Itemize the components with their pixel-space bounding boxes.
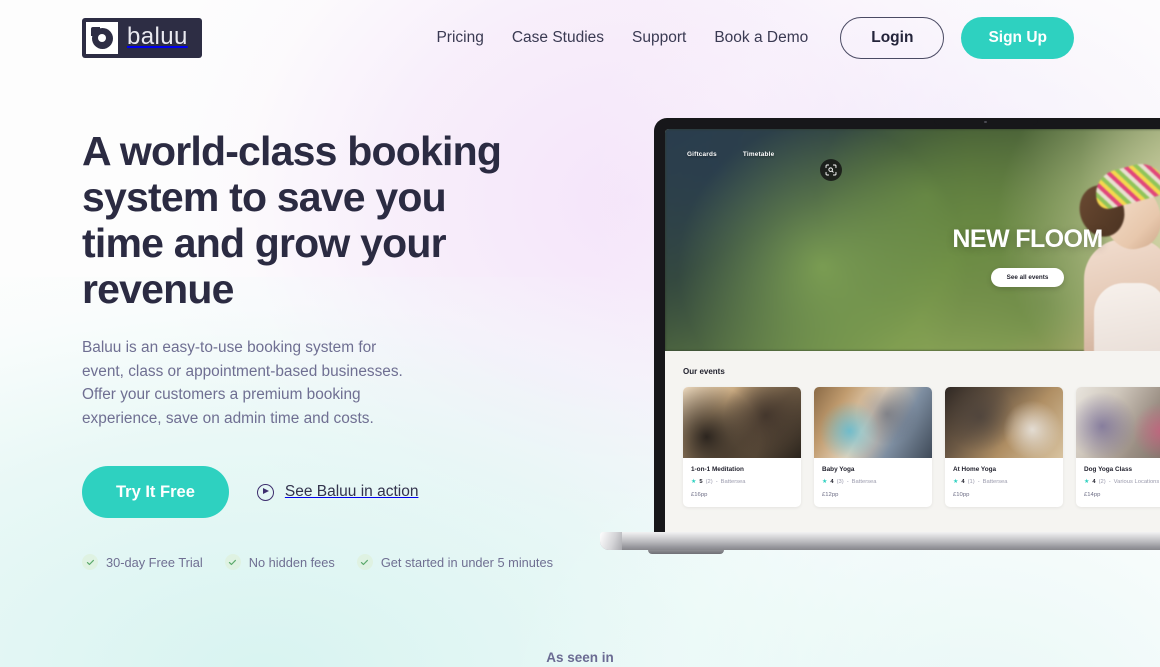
nav-item-pricing[interactable]: Pricing (422, 23, 497, 53)
hero-cta-row: Try It Free See Baluu in action (82, 466, 552, 518)
event-card[interactable]: Baby Yoga ★ 4 (3) - Battersea £12pp (814, 387, 932, 507)
event-rating: 4 (961, 479, 965, 485)
nav-item-support[interactable]: Support (618, 23, 700, 53)
hero-badge-row: 30-day Free Trial No hidden fees Get sta… (82, 554, 553, 570)
mockup-hero-banner: Giftcards Timetable NEW FLOOM See all ev… (665, 129, 1160, 351)
event-meta-separator: - (1108, 479, 1111, 485)
event-review-count: (3) (836, 479, 844, 485)
event-price: £12pp (822, 492, 839, 498)
nav-item-case-studies[interactable]: Case Studies (498, 23, 618, 53)
event-price: £10pp (953, 492, 970, 498)
baluu-circle-mark-icon (86, 22, 118, 54)
badge-label: 30-day Free Trial (106, 554, 203, 570)
badge-free-trial: 30-day Free Trial (82, 554, 203, 570)
primary-nav: Pricing Case Studies Support Book a Demo… (422, 17, 1074, 59)
event-card-image (945, 387, 1063, 458)
event-card[interactable]: 1-on-1 Meditation ★ 5 (2) - Battersea £1… (683, 387, 801, 507)
laptop-screen: Giftcards Timetable NEW FLOOM See all ev… (654, 118, 1160, 532)
see-baluu-in-action-link[interactable]: See Baluu in action (256, 483, 419, 501)
check-circle-icon (224, 554, 241, 570)
check-circle-icon (356, 554, 373, 570)
mockup-nav-item-timetable[interactable]: Timetable (743, 151, 775, 158)
event-price: £16pp (691, 492, 708, 498)
mockup-banner-cta-wrap: See all events (665, 268, 1160, 287)
badge-label: No hidden fees (248, 554, 335, 570)
laptop-camera-notch (934, 118, 1038, 125)
star-icon: ★ (1084, 479, 1090, 485)
event-location: Battersea (720, 479, 746, 485)
nav-item-book-a-demo[interactable]: Book a Demo (700, 23, 822, 53)
mockup-see-all-events-button[interactable]: See all events (990, 268, 1065, 287)
event-card-meta: ★ 4 (1) - Battersea (953, 479, 1055, 485)
check-circle-icon (82, 554, 98, 570)
star-icon: ★ (822, 479, 828, 485)
mockup-events-heading: Our events (683, 367, 725, 376)
star-icon: ★ (691, 479, 697, 485)
event-card-title: Dog Yoga Class (1084, 466, 1133, 473)
browser-viewport: Giftcards Timetable NEW FLOOM See all ev… (665, 129, 1160, 532)
event-card-image (814, 387, 932, 458)
event-review-count: (1) (967, 479, 975, 485)
event-card-title: Baby Yoga (822, 466, 855, 473)
event-rating: 4 (1092, 479, 1096, 485)
event-card-title: 1-on-1 Meditation (691, 466, 744, 473)
laptop-base-notch (648, 550, 724, 554)
brand-logo[interactable]: baluu (82, 18, 202, 58)
event-location: Various Locations (1113, 479, 1160, 485)
video-link-label: See Baluu in action (284, 483, 419, 500)
mockup-site-nav: Giftcards Timetable (687, 151, 774, 158)
event-price: £14pp (1084, 492, 1101, 498)
event-meta-separator: - (715, 479, 718, 485)
mockup-nav-item-giftcards[interactable]: Giftcards (687, 151, 717, 158)
hero-title: A world-class booking system to save you… (82, 128, 502, 312)
event-card-image (683, 387, 801, 458)
try-it-free-button[interactable]: Try It Free (82, 466, 229, 518)
event-card-image (1076, 387, 1160, 458)
event-location: Battersea (851, 479, 877, 485)
event-card-title: At Home Yoga (953, 466, 997, 473)
event-card[interactable]: At Home Yoga ★ 4 (1) - Battersea £10pp (945, 387, 1063, 507)
event-rating: 5 (699, 479, 703, 485)
badge-label: Get started in under 5 minutes (380, 554, 553, 570)
event-location: Battersea (982, 479, 1008, 485)
qr-scan-icon[interactable] (820, 159, 842, 181)
login-button[interactable]: Login (840, 17, 945, 59)
badge-quick-start: Get started in under 5 minutes (356, 554, 553, 570)
play-circle-icon (256, 483, 274, 501)
site-header: baluu Pricing Case Studies Support Book … (0, 0, 1160, 76)
event-review-count: (2) (705, 479, 713, 485)
laptop-base (600, 532, 1160, 554)
mockup-banner-title: NEW FLOOM (952, 225, 1103, 253)
event-card-meta: ★ 5 (2) - Battersea (691, 479, 793, 485)
signup-button[interactable]: Sign Up (961, 17, 1074, 59)
event-rating: 4 (830, 479, 834, 485)
badge-no-hidden-fees: No hidden fees (224, 554, 335, 570)
mockup-events-card-list: 1-on-1 Meditation ★ 5 (2) - Battersea £1… (683, 387, 1160, 507)
brand-name: baluu (127, 23, 188, 50)
event-card-meta: ★ 4 (3) - Battersea (822, 479, 924, 485)
star-icon: ★ (953, 479, 959, 485)
event-card[interactable]: Dog Yoga Class ★ 4 (2) - Various Locatio… (1076, 387, 1160, 507)
event-card-meta: ★ 4 (2) - Various Locations (1084, 479, 1160, 485)
hero-content: A world-class booking system to save you… (82, 128, 553, 570)
event-review-count: (2) (1098, 479, 1106, 485)
event-meta-separator: - (977, 479, 980, 485)
mockup-events-section: Our events 1-on-1 Meditation ★ 5 (2) - B… (665, 351, 1160, 532)
as-seen-in-heading: As seen in (546, 650, 614, 665)
event-meta-separator: - (846, 479, 849, 485)
hero-subtitle: Baluu is an easy-to-use booking system f… (82, 339, 403, 427)
